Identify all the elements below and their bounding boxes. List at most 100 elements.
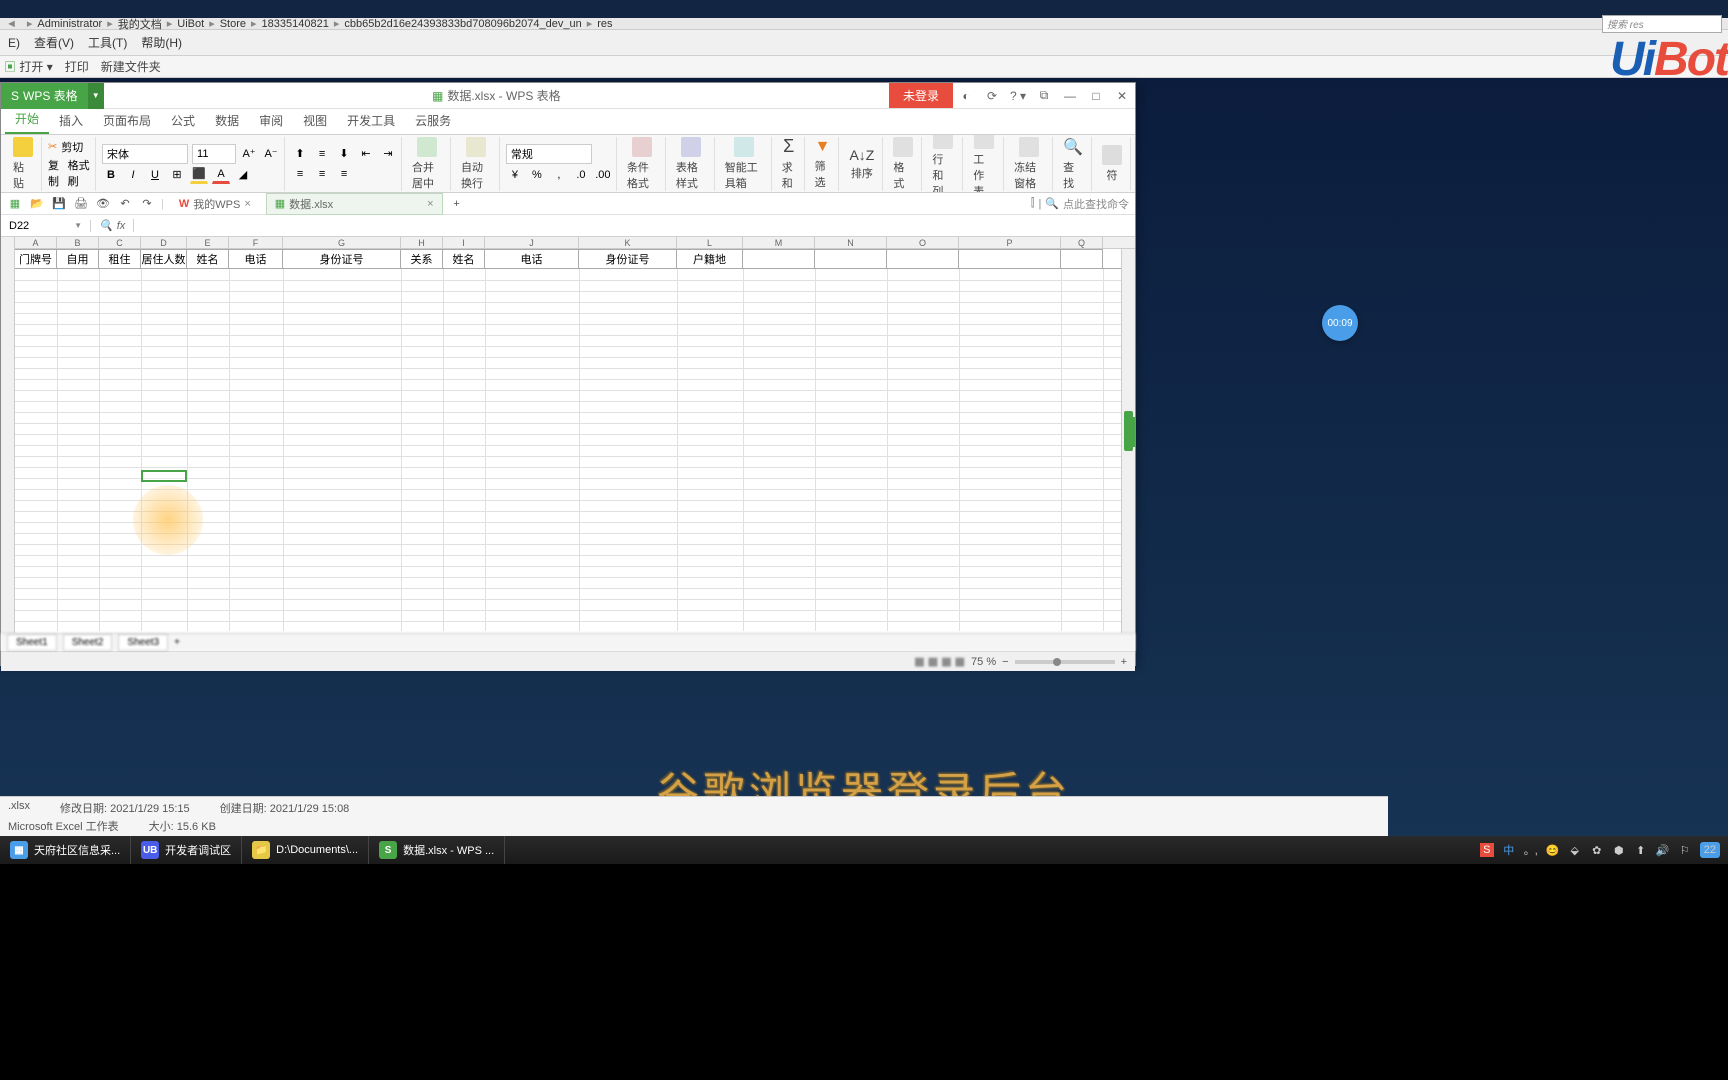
- sort-button[interactable]: A↓Z排序: [845, 145, 878, 183]
- bold-button[interactable]: B: [102, 166, 120, 184]
- column-header[interactable]: N: [815, 237, 887, 248]
- tab-cloud[interactable]: 云服务: [405, 107, 461, 134]
- header-cell[interactable]: 姓名: [187, 249, 229, 268]
- tab-formula[interactable]: 公式: [161, 107, 205, 134]
- zoom-in-icon[interactable]: +: [1121, 656, 1127, 668]
- tab-data[interactable]: 数据: [205, 107, 249, 134]
- redo-icon[interactable]: ↷: [139, 196, 155, 212]
- header-cell[interactable]: 自用: [57, 249, 99, 268]
- column-header[interactable]: H: [401, 237, 443, 248]
- column-header[interactable]: D: [141, 237, 187, 248]
- header-cell[interactable]: [743, 249, 815, 268]
- header-cell[interactable]: 租住: [99, 249, 141, 268]
- find-button[interactable]: 🔍查找: [1059, 135, 1087, 193]
- tray-icon[interactable]: ⬢: [1612, 843, 1626, 857]
- decrease-font-icon[interactable]: A⁻: [262, 145, 280, 163]
- sum-button[interactable]: Σ求和: [778, 135, 800, 193]
- add-tab-icon[interactable]: +: [449, 196, 465, 212]
- command-search[interactable]: ⫿ | 🔍 点此查找命令: [1031, 196, 1129, 212]
- indent-inc-icon[interactable]: ⇥: [379, 145, 397, 163]
- header-cell[interactable]: 户籍地: [677, 249, 743, 268]
- align-mid-icon[interactable]: ≡: [313, 145, 331, 163]
- header-cell[interactable]: 居住人数: [141, 249, 187, 268]
- new-icon[interactable]: ▦: [7, 196, 23, 212]
- symbol-button[interactable]: 符: [1098, 143, 1126, 185]
- table-style-button[interactable]: 表格样式: [672, 135, 710, 193]
- wrap-button[interactable]: 自动换行: [457, 135, 495, 193]
- border-button[interactable]: ⊞: [168, 166, 186, 184]
- cut-button[interactable]: ✂剪切: [48, 139, 91, 155]
- header-cell[interactable]: [1061, 249, 1103, 268]
- fill-button[interactable]: ⬛: [190, 166, 208, 184]
- maximize-icon[interactable]: □: [1083, 83, 1109, 109]
- mywps-tab[interactable]: W 我的WPS ×: [170, 193, 260, 215]
- freeze-button[interactable]: 冻结窗格: [1010, 135, 1048, 193]
- smart-tool-button[interactable]: 智能工具箱: [721, 135, 767, 193]
- column-headers[interactable]: ABCDEFGHIJKLMNOPQ: [15, 237, 1135, 249]
- cell-reference[interactable]: D22 ▼: [1, 220, 91, 232]
- tab-view[interactable]: 视图: [293, 107, 337, 134]
- number-format-select[interactable]: [506, 144, 592, 164]
- sheet-tab[interactable]: Sheet1: [7, 634, 57, 651]
- merge-button[interactable]: 合并居中: [408, 135, 446, 193]
- dropdown-icon[interactable]: ▼: [74, 221, 82, 230]
- underline-button[interactable]: U: [146, 166, 164, 184]
- italic-button[interactable]: I: [124, 166, 142, 184]
- tab-insert[interactable]: 插入: [49, 107, 93, 134]
- add-sheet-icon[interactable]: +: [174, 637, 180, 648]
- column-header[interactable]: C: [99, 237, 141, 248]
- column-header[interactable]: A: [15, 237, 57, 248]
- header-cell[interactable]: [959, 249, 1061, 268]
- lang-icon[interactable]: 中: [1502, 843, 1516, 857]
- help-icon[interactable]: ? ▾: [1005, 83, 1031, 109]
- side-panel-toggle[interactable]: [1127, 417, 1135, 447]
- taskbar-item[interactable]: ▦ 天府社区信息采...: [0, 836, 131, 864]
- spreadsheet-grid[interactable]: ABCDEFGHIJKLMNOPQ 门牌号自用租住居住人数姓名电话身份证号关系姓…: [1, 237, 1135, 633]
- sheet-tab[interactable]: Sheet3: [118, 634, 168, 651]
- menu-tools[interactable]: 工具(T): [88, 34, 127, 51]
- view-mode-icon[interactable]: ▦ ▦ ▦ ▦: [914, 655, 965, 668]
- header-cell[interactable]: 电话: [485, 249, 579, 268]
- header-cell[interactable]: 身份证号: [283, 249, 401, 268]
- zoom-level[interactable]: 75 %: [971, 656, 996, 668]
- menu-view[interactable]: 查看(V): [34, 34, 74, 51]
- filter-button[interactable]: ▼筛选: [811, 136, 835, 192]
- font-color-button[interactable]: A: [212, 166, 230, 184]
- column-header[interactable]: I: [443, 237, 485, 248]
- skin-icon[interactable]: ◐: [953, 83, 979, 109]
- dec-inc-icon[interactable]: .0: [572, 166, 590, 184]
- file-tab[interactable]: ▦ 数据.xlsx ×: [266, 193, 443, 215]
- zoom-slider[interactable]: [1015, 660, 1115, 664]
- close-icon[interactable]: ✕: [1109, 83, 1135, 109]
- align-right-icon[interactable]: ≡: [335, 165, 353, 183]
- back-icon[interactable]: ◄: [6, 18, 17, 30]
- restore-icon[interactable]: ⧉: [1031, 83, 1057, 109]
- currency-icon[interactable]: ¥: [506, 166, 524, 184]
- clock[interactable]: 22: [1700, 842, 1720, 858]
- zoom-out-icon[interactable]: −: [1002, 656, 1008, 668]
- column-header[interactable]: K: [579, 237, 677, 248]
- cond-format-button[interactable]: 条件格式: [623, 135, 661, 193]
- login-button[interactable]: 未登录: [889, 83, 953, 108]
- paste-button[interactable]: 粘贴: [9, 135, 37, 193]
- tab-review[interactable]: 审阅: [249, 107, 293, 134]
- tab-start[interactable]: 开始: [5, 105, 49, 134]
- wps-app-dropdown[interactable]: ▼: [88, 83, 104, 109]
- font-select[interactable]: [102, 144, 188, 164]
- open-button[interactable]: ▣ 打开 ▾: [4, 58, 53, 75]
- increase-font-icon[interactable]: A⁺: [240, 145, 258, 163]
- undo-icon[interactable]: ↶: [117, 196, 133, 212]
- taskbar-item[interactable]: UB 开发者调试区: [131, 836, 242, 864]
- header-cell[interactable]: 电话: [229, 249, 283, 268]
- align-center-icon[interactable]: ≡: [313, 165, 331, 183]
- align-left-icon[interactable]: ≡: [291, 165, 309, 183]
- tray-icon[interactable]: ⬙: [1568, 843, 1582, 857]
- header-cell[interactable]: [815, 249, 887, 268]
- header-cell[interactable]: [887, 249, 959, 268]
- explorer-search[interactable]: 搜索 res: [1602, 15, 1722, 33]
- indent-dec-icon[interactable]: ⇤: [357, 145, 375, 163]
- row-headers[interactable]: [1, 237, 15, 633]
- menu-help[interactable]: 帮助(H): [141, 34, 182, 51]
- column-header[interactable]: O: [887, 237, 959, 248]
- settings-icon[interactable]: ⟳: [979, 83, 1005, 109]
